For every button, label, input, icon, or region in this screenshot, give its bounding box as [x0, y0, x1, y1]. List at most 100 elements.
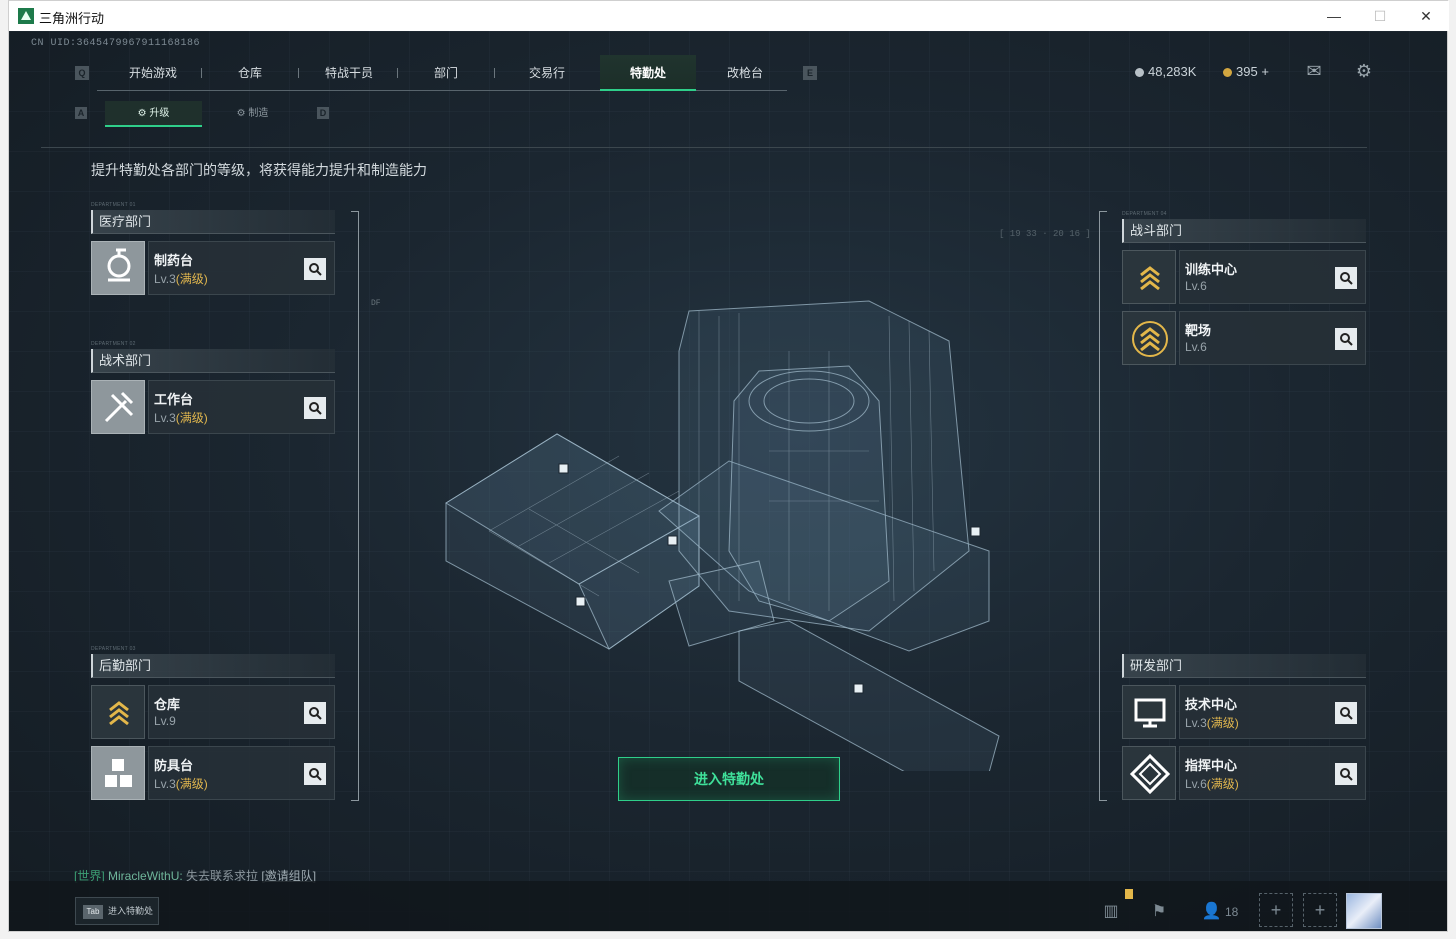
- dept-title-logistics: 后勤部门: [91, 654, 335, 678]
- facility-card-workbench[interactable]: 工作台 Lv.3(满级): [91, 380, 335, 434]
- search-icon[interactable]: [304, 397, 326, 419]
- game-window: 三角洲行动 — ☐ ✕ CN UID:3645479967911168186 Q…: [8, 0, 1449, 932]
- max-level-badge: (满级): [175, 777, 208, 791]
- search-icon[interactable]: [1335, 267, 1357, 289]
- page-description: 提升特勤处各部门的等级，将获得能力提升和制造能力: [91, 162, 427, 178]
- tab-special-ops[interactable]: 特勤处: [600, 55, 696, 91]
- facility-name: 防具台: [154, 758, 194, 773]
- flag-icon[interactable]: ⚑: [1147, 894, 1171, 930]
- monitor-icon: [1122, 685, 1176, 739]
- facility-name: 仓库: [154, 697, 181, 712]
- subtab-upgrade-label: 升级: [149, 108, 170, 119]
- search-icon[interactable]: [304, 763, 326, 785]
- add-team-slot-button[interactable]: +: [1259, 893, 1293, 927]
- rank-up-icon: [1122, 250, 1176, 304]
- facility-level: Lv.6(满级): [1185, 775, 1239, 792]
- facility-name: 靶场: [1185, 323, 1212, 338]
- maximize-button[interactable]: ☐: [1357, 1, 1403, 31]
- right-bracket: [1099, 211, 1107, 801]
- mail-icon[interactable]: ✉: [1303, 61, 1325, 81]
- facility-level: Lv.3(满级): [154, 409, 208, 426]
- max-level-badge: (满级): [175, 411, 208, 425]
- facility-card-tech-center[interactable]: 技术中心 Lv.3(满级): [1122, 685, 1366, 739]
- level-value: Lv.3: [154, 777, 176, 791]
- level-value: Lv.3: [1185, 716, 1207, 730]
- facility-level: Lv.6: [1185, 279, 1207, 293]
- nav-next-key-hint[interactable]: E: [803, 66, 817, 80]
- main-nav: 开始游戏 仓库 特战干员 部门 交易行 特勤处 改枪台: [97, 55, 787, 91]
- search-icon[interactable]: [304, 702, 326, 724]
- enter-special-ops-button[interactable]: 进入特勤处: [618, 757, 840, 801]
- title-bar: 三角洲行动 — ☐ ✕: [9, 1, 1449, 31]
- chevron-rank-icon: [91, 685, 145, 739]
- facility-card-shooting-range[interactable]: 靶场 Lv.6: [1122, 311, 1366, 365]
- subtab-craft-label: 制造: [248, 108, 269, 119]
- game-viewport: CN UID:3645479967911168186 Q 开始游戏 仓库 特战干…: [9, 31, 1447, 931]
- close-button[interactable]: ✕: [1403, 1, 1449, 31]
- tab-warehouse[interactable]: 仓库: [207, 55, 293, 91]
- tab-operators[interactable]: 特战干员: [303, 55, 395, 91]
- tab-market[interactable]: 交易行: [499, 55, 595, 91]
- window-title: 三角洲行动: [39, 11, 105, 26]
- header-divider: [41, 147, 1367, 148]
- ticket-amount: 395: [1236, 64, 1258, 79]
- stats-chart-icon[interactable]: ▥: [1099, 894, 1123, 930]
- facility-card-warehouse[interactable]: 仓库 Lv.9: [91, 685, 335, 739]
- level-value: Lv.3: [154, 272, 176, 286]
- level-value: Lv.6: [1185, 340, 1207, 354]
- app-logo-icon: [18, 8, 34, 24]
- subtab-prev-key-hint[interactable]: A: [75, 107, 87, 119]
- max-level-badge: (满级): [1206, 716, 1239, 730]
- max-level-badge: (满级): [175, 272, 208, 286]
- facility-card-training-center[interactable]: 训练中心 Lv.6: [1122, 250, 1366, 304]
- search-icon[interactable]: [304, 258, 326, 280]
- ticket-icon: [1223, 68, 1232, 77]
- notification-badge: [1125, 889, 1133, 899]
- facility-name: 训练中心: [1185, 262, 1238, 277]
- facility-card-armor-bench[interactable]: 防具台 Lv.3(满级): [91, 746, 335, 800]
- dept-tag-medical: DEPARTMENT 01: [91, 202, 136, 208]
- dept-title-medical: 医疗部门: [91, 210, 335, 234]
- add-tickets-button[interactable]: +: [1261, 64, 1269, 79]
- boxes-icon: [91, 746, 145, 800]
- tab-start-game[interactable]: 开始游戏: [109, 55, 197, 91]
- facility-name: 制药台: [154, 253, 194, 268]
- add-team-slot-button[interactable]: +: [1303, 893, 1337, 927]
- nav-prev-key-hint[interactable]: Q: [75, 66, 89, 80]
- friends-count: 18: [1224, 905, 1239, 919]
- friends-button[interactable]: 👤 18: [1195, 894, 1245, 930]
- facility-card-command-center[interactable]: 指挥中心 Lv.6(满级): [1122, 746, 1366, 800]
- compass-icon: [1122, 746, 1176, 800]
- avatar[interactable]: [1346, 893, 1382, 929]
- facility-card-pharmacy[interactable]: 制药台 Lv.3(满级): [91, 241, 335, 295]
- microscope-icon: [91, 241, 145, 295]
- tab-key-badge: Tab: [83, 905, 103, 919]
- hud-coordinates: [ 19 33 · 20 16 ]: [999, 229, 1091, 239]
- coin-amount: 48,283K: [1148, 64, 1197, 79]
- dept-tag-logistics: DEPARTMENT 03: [91, 646, 136, 652]
- coin-balance[interactable]: 48,283K: [1135, 64, 1196, 79]
- hud-df-label: DF: [371, 299, 381, 308]
- facility-level: Lv.6: [1185, 340, 1207, 354]
- search-icon[interactable]: [1335, 702, 1357, 724]
- facility-name: 技术中心: [1185, 697, 1238, 712]
- tab-departments[interactable]: 部门: [402, 55, 490, 91]
- tab-gunsmith[interactable]: 改枪台: [697, 55, 793, 91]
- subtab-craft[interactable]: ⚙ 制造: [204, 101, 301, 127]
- base-wireframe-model: [445, 300, 1000, 771]
- level-value: Lv.9: [154, 714, 176, 728]
- search-icon[interactable]: [1335, 328, 1357, 350]
- minimize-button[interactable]: —: [1311, 1, 1357, 31]
- settings-gear-icon[interactable]: ⚙: [1353, 61, 1375, 81]
- facility-level: Lv.3(满级): [1185, 714, 1239, 731]
- coin-icon: [1135, 68, 1144, 77]
- left-bracket: [351, 211, 359, 801]
- dept-title-research: 研发部门: [1122, 654, 1366, 678]
- dept-title-tactical: 战术部门: [91, 349, 335, 373]
- tab-enter-hint[interactable]: Tab 进入特勤处: [75, 897, 159, 925]
- subtab-next-key-hint[interactable]: D: [317, 107, 329, 119]
- search-icon[interactable]: [1335, 763, 1357, 785]
- ticket-balance[interactable]: 395 +: [1223, 64, 1269, 79]
- subtab-upgrade[interactable]: ⚙ 升级: [105, 101, 202, 127]
- dept-title-combat: 战斗部门: [1122, 219, 1366, 243]
